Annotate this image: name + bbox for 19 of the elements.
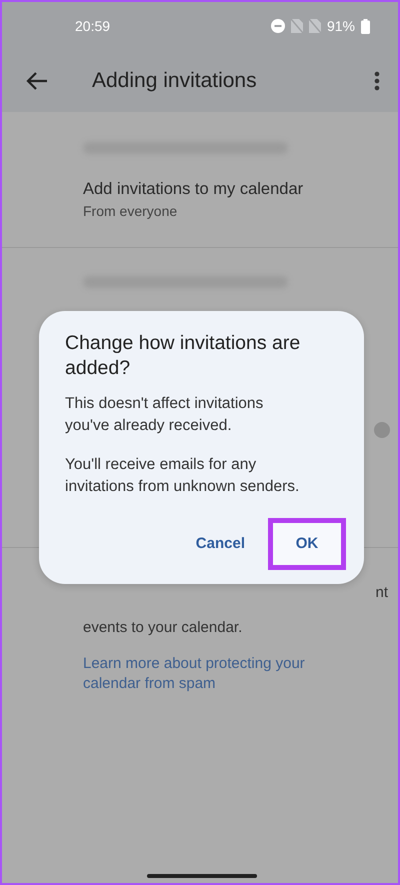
setting-value: From everyone <box>83 203 178 219</box>
do-not-disturb-icon <box>270 19 285 33</box>
dialog-message: You'll receive emails for any invitations from unknown senders. <box>65 455 300 497</box>
page-title: Adding invitations <box>92 69 258 93</box>
more-options-icon[interactable] <box>374 71 380 91</box>
status-time: 20:59 <box>75 18 112 34</box>
setting-title: Add invitations to my calendar <box>83 180 304 199</box>
no-sim-icon <box>290 19 303 33</box>
back-arrow-icon[interactable] <box>26 72 48 90</box>
dialog-button[interactable]: OK <box>268 518 346 570</box>
description-text: nt <box>375 584 388 601</box>
dialog-button[interactable]: Cancel <box>182 518 258 570</box>
toggle-switch[interactable] <box>374 422 390 438</box>
dialog-message: This doesn't affect invitations you've already received. <box>65 394 264 436</box>
description-text: events to your calendar. <box>83 619 244 636</box>
battery-icon <box>361 18 370 34</box>
battery-percent: 91% <box>326 18 355 34</box>
dialog-title: Change how invitations are added? <box>65 331 302 381</box>
no-sim-icon <box>308 19 321 33</box>
